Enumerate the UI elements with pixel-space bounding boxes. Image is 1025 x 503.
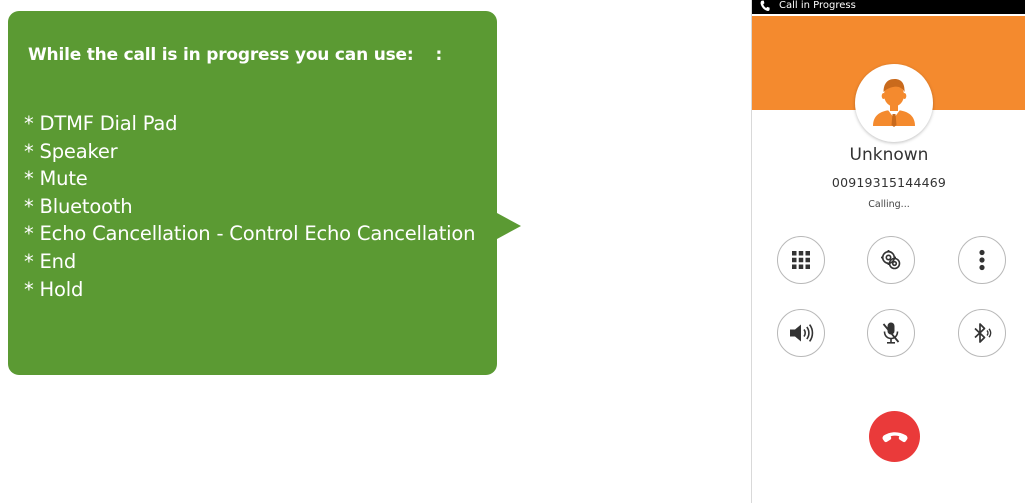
info-callout: While the call is in progress you can us…: [8, 11, 497, 375]
feature-item-echo-cancellation: * Echo Cancellation - Control Echo Cance…: [24, 222, 476, 246]
status-bar: Call in Progress: [752, 0, 1025, 14]
feature-item-end: * End: [24, 249, 77, 273]
feature-item-dtmf: * DTMF Dial Pad: [24, 112, 178, 135]
echo-cancellation-button[interactable]: [867, 236, 915, 284]
caller-number: 00919315144469: [831, 175, 947, 190]
phone-icon: [760, 0, 770, 12]
callout-pointer: [497, 213, 521, 239]
callout-title-suffix: :: [435, 45, 443, 65]
feature-list: * DTMF Dial Pad * Speaker * Mute * Bluet…: [24, 110, 475, 303]
end-call-icon: [882, 431, 907, 442]
dialpad-button[interactable]: [777, 236, 825, 284]
feature-item-hold: * Hold: [24, 277, 84, 301]
status-text: Call in Progress: [779, 0, 856, 11]
caller-name: Unknown: [849, 145, 929, 165]
phone-call-screen: Call in Progress Unknown 00919315144469 …: [751, 0, 1025, 503]
dialpad-icon: [792, 251, 810, 269]
echo-cancellation-icon: [881, 250, 901, 270]
feature-item-mute: * Mute: [24, 167, 88, 191]
end-call-button[interactable]: [869, 411, 920, 462]
callout-title-text: While the call is in progress you can us…: [28, 45, 414, 65]
bluetooth-button[interactable]: [958, 309, 1006, 357]
more-options-button[interactable]: [958, 236, 1006, 284]
call-status: Calling...: [868, 199, 910, 210]
feature-item-speaker: * Speaker: [24, 139, 118, 163]
caller-avatar: [855, 64, 933, 142]
mute-button[interactable]: [867, 309, 915, 357]
person-avatar-icon: [861, 70, 927, 136]
callout-title: While the call is in progress you can us…: [28, 45, 442, 65]
bluetooth-icon: [974, 323, 992, 343]
mute-microphone-icon: [882, 322, 900, 344]
more-vertical-icon: [979, 249, 985, 271]
speaker-icon: [790, 324, 814, 342]
speaker-button[interactable]: [777, 309, 825, 357]
feature-item-bluetooth: * Bluetooth: [24, 194, 133, 218]
tutorial-screen: While the call is in progress you can us…: [0, 0, 1025, 503]
